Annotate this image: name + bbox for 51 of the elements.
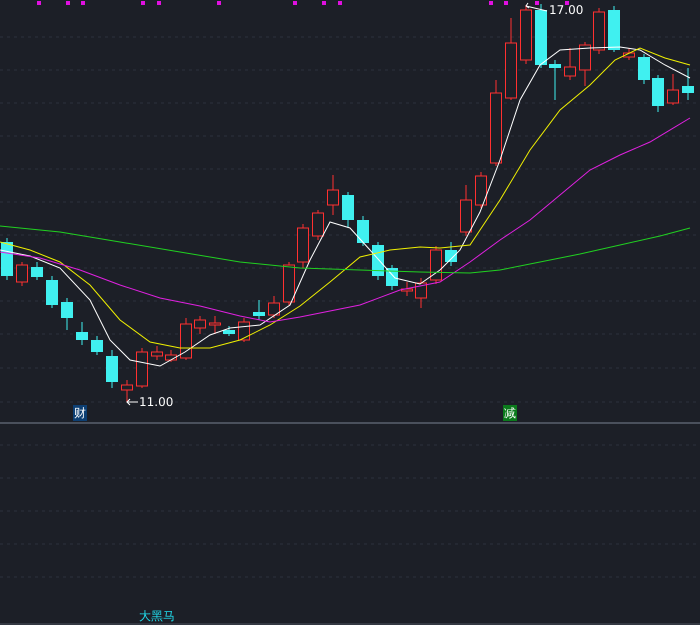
candlestick [593, 8, 605, 54]
candlestick [1, 238, 13, 280]
candlestick [194, 316, 206, 334]
candlestick [564, 48, 576, 80]
candlestick [61, 298, 73, 330]
candlestick [608, 6, 620, 52]
candlestick [401, 282, 413, 296]
candlestick [46, 276, 58, 308]
candlestick [475, 172, 487, 208]
candlestick [31, 262, 43, 280]
low-arrow-icon [126, 398, 138, 406]
candlestick [136, 348, 148, 388]
candlestick [327, 174, 339, 216]
candlestick [253, 300, 265, 320]
candlestick [342, 192, 354, 228]
candlestick [623, 48, 635, 60]
candlestick [445, 242, 457, 266]
signal-label: 减 [503, 405, 517, 421]
signal-label: 财 [73, 405, 87, 421]
candlestick [121, 380, 133, 402]
candlestick [682, 68, 694, 100]
candlestick [579, 42, 591, 86]
candlestick [106, 350, 118, 388]
high-price-label: 17.00 [549, 3, 584, 17]
candlestick [165, 350, 177, 362]
candlestick [652, 74, 664, 112]
candlestick [76, 322, 88, 346]
low-price-label: 11.00 [139, 395, 174, 409]
candlestick [297, 224, 309, 268]
candlestick [430, 246, 442, 284]
candlestick [180, 318, 192, 360]
candlestick [638, 54, 650, 84]
candlestick [460, 184, 472, 236]
candlestick [283, 262, 295, 306]
candlestick [91, 336, 103, 356]
candlestick [268, 296, 280, 318]
candlestick [223, 326, 235, 336]
candlestick [520, 4, 532, 64]
high-arrow-icon [525, 2, 548, 12]
candlestick [312, 210, 324, 240]
candlestick [415, 278, 427, 308]
candlestick [209, 316, 221, 334]
indicator-label: 大黑马 [139, 609, 175, 624]
candlestick [386, 264, 398, 290]
candlestick [16, 262, 28, 286]
candlestick [238, 318, 250, 342]
candlestick [667, 74, 679, 106]
candlestick [549, 60, 561, 100]
candlestick [357, 216, 369, 246]
candlestick [535, 4, 547, 68]
candlestick [151, 346, 163, 360]
